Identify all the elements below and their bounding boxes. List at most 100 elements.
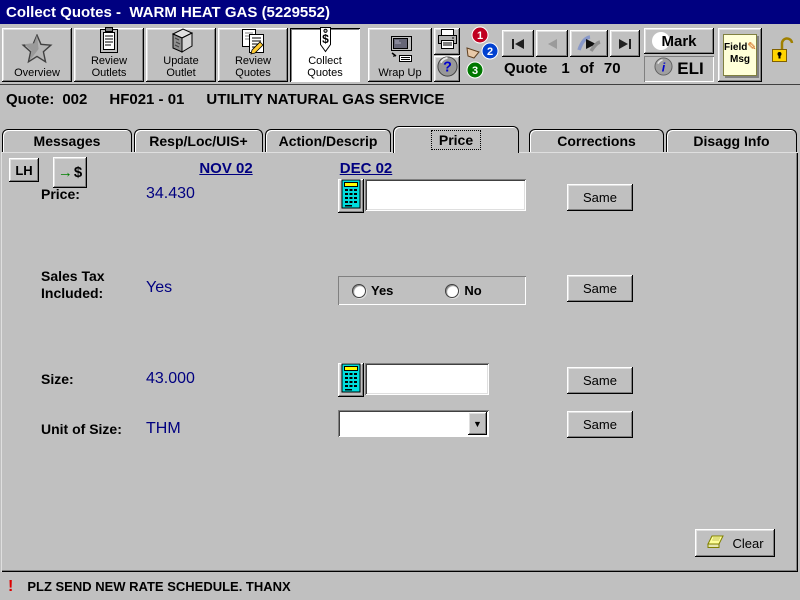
review-outlets-button[interactable]: Review Outlets xyxy=(74,26,144,82)
unit-of-size-previous-value: THM xyxy=(146,420,181,437)
eli-indicator[interactable]: i ELI xyxy=(644,56,714,82)
help-button[interactable]: ? xyxy=(434,56,460,82)
radio-circle-icon xyxy=(352,283,366,298)
mark-label: Mark xyxy=(661,32,697,50)
review-quotes-button[interactable]: Review Quotes xyxy=(218,28,288,82)
column-header-dec02[interactable]: DEC 02 xyxy=(321,160,411,177)
toolbar: Overview Review Outlets Update Outlet Re… xyxy=(0,26,800,85)
price-label: Price: xyxy=(41,186,80,202)
outlet-box-icon xyxy=(167,26,195,55)
steps-123-button[interactable]: 1 2 3 xyxy=(461,26,501,85)
wrap-up-label: Wrap Up xyxy=(378,67,422,79)
field-msg-line1: Field xyxy=(724,42,748,53)
review-outlets-label: Review Outlets xyxy=(90,55,128,79)
previous-quote-button[interactable] xyxy=(536,30,568,57)
sales-tax-same-button[interactable]: Same xyxy=(567,275,633,302)
unit-of-size-dropdown[interactable]: ▼ xyxy=(338,410,489,437)
tab-resp-loc-uis[interactable]: Resp/Loc/UIS+ xyxy=(134,129,263,152)
mark-button[interactable]: Mark xyxy=(644,28,714,54)
first-quote-button[interactable] xyxy=(502,30,534,57)
lh-button[interactable]: LH xyxy=(9,158,39,182)
price-calculator-button[interactable] xyxy=(338,179,364,213)
print-button[interactable] xyxy=(434,28,460,55)
quote-counter: Quote 1 of 70 xyxy=(504,60,621,77)
info-icon: i xyxy=(654,57,673,81)
column-header-nov02[interactable]: NOV 02 xyxy=(171,160,281,177)
update-outlet-button[interactable]: Update Outlet xyxy=(146,28,216,82)
quotes-pencil-icon xyxy=(240,26,266,55)
window-title: Collect Quotes - WARM HEAT GAS (5229552) xyxy=(6,3,330,21)
clear-button[interactable]: Clear xyxy=(695,529,775,557)
tab-messages[interactable]: Messages xyxy=(2,129,132,152)
title-bar: Collect Quotes - WARM HEAT GAS (5229552) xyxy=(0,0,800,24)
play-quotes-button[interactable] xyxy=(570,30,608,57)
quote-counter-of: of xyxy=(579,60,594,77)
steps-123-icon: 1 2 3 xyxy=(462,26,500,85)
sales-tax-radio-no[interactable]: No xyxy=(445,283,482,298)
size-label: Size: xyxy=(41,371,74,387)
dollar-icon: $ xyxy=(73,164,83,181)
sales-tax-radio-group: Yes No xyxy=(338,276,526,305)
eraser-icon xyxy=(706,534,726,553)
calculator-icon xyxy=(341,179,361,214)
unit-of-size-same-label: Same xyxy=(583,417,617,432)
quote-number: 002 xyxy=(62,90,88,108)
sales-tax-no-label: No xyxy=(464,283,482,298)
price-same-button[interactable]: Same xyxy=(567,184,633,211)
tab-disagg-info-label: Disagg Info xyxy=(693,133,770,149)
printer-icon xyxy=(436,28,458,55)
collect-quotes-button[interactable]: $ Collect Quotes xyxy=(290,25,360,82)
money-arrow-button[interactable]: → $ xyxy=(53,157,87,188)
size-calculator-button[interactable] xyxy=(338,363,364,397)
field-msg-line2: Msg xyxy=(730,54,750,65)
svg-text:?: ? xyxy=(443,59,452,75)
tab-price[interactable]: Price xyxy=(393,126,519,153)
update-outlet-label: Update Outlet xyxy=(163,55,199,79)
quote-header: Quote: 002 HF021 - 01 UTILITY NATURAL GA… xyxy=(0,86,800,112)
size-previous-value: 43.000 xyxy=(146,370,195,387)
wrap-up-button[interactable]: Wrap Up xyxy=(368,28,432,82)
review-quotes-label: Review Quotes xyxy=(234,55,272,79)
quote-counter-current: 1 xyxy=(561,60,570,77)
tab-resp-loc-uis-label: Resp/Loc/UIS+ xyxy=(149,133,248,149)
clear-label: Clear xyxy=(732,535,764,551)
lh-button-label: LH xyxy=(15,162,33,178)
size-input[interactable] xyxy=(365,363,489,395)
price-previous-value: 34.430 xyxy=(146,185,195,202)
unit-of-size-same-button[interactable]: Same xyxy=(567,411,633,438)
radio-circle-icon xyxy=(445,283,460,298)
tab-action-descrip-label: Action/Descrip xyxy=(278,133,378,149)
field-msg-note-icon: Field✎ Msg xyxy=(723,34,757,76)
chevron-down-icon[interactable]: ▼ xyxy=(468,412,487,435)
last-quote-button[interactable] xyxy=(610,30,640,57)
unlock-button[interactable] xyxy=(768,36,796,72)
sales-tax-radio-yes[interactable]: Yes xyxy=(352,283,393,298)
tab-action-descrip[interactable]: Action/Descrip xyxy=(265,129,391,152)
first-record-icon xyxy=(510,38,526,50)
svg-text:2: 2 xyxy=(487,46,493,58)
sales-tax-yes-label: Yes xyxy=(371,283,394,298)
clipboard-icon xyxy=(97,26,121,55)
tab-disagg-info[interactable]: Disagg Info xyxy=(666,129,797,152)
unit-of-size-label: Unit of Size: xyxy=(41,421,122,437)
price-tag-icon: $ xyxy=(313,25,337,55)
play-swoosh-icon xyxy=(575,34,603,53)
price-input[interactable] xyxy=(365,179,526,211)
unlocked-padlock-icon xyxy=(769,36,795,73)
eli-label: ELI xyxy=(677,59,704,78)
price-same-label: Same xyxy=(583,190,617,205)
overview-label: Overview xyxy=(14,67,60,79)
field-msg-button[interactable]: Field✎ Msg xyxy=(718,28,762,82)
computer-icon xyxy=(385,30,415,67)
collect-quotes-window: Collect Quotes - WARM HEAT GAS (5229552)… xyxy=(0,0,800,600)
previous-record-icon xyxy=(545,38,559,50)
overview-button[interactable]: Overview xyxy=(2,28,72,82)
alert-exclamation-icon: ! xyxy=(8,577,14,595)
quote-item-code: HF021 - 01 xyxy=(109,90,185,108)
size-same-button[interactable]: Same xyxy=(567,367,633,394)
sales-tax-label: Sales Tax Included: xyxy=(41,268,105,301)
quote-header-label: Quote: xyxy=(6,90,55,108)
tab-corrections[interactable]: Corrections xyxy=(529,129,664,152)
price-tab-panel: LH → $ NOV 02 DEC 02 Price: 34.430 Same … xyxy=(1,152,798,572)
quote-counter-label: Quote xyxy=(504,60,548,77)
